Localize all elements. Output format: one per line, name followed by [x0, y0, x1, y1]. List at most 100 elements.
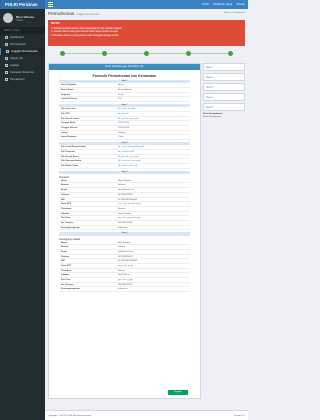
section-step-5: Step 5: [59, 232, 190, 236]
aside-step-2[interactable]: Step 2: [203, 73, 245, 81]
field-label: Jabatan: [61, 274, 70, 277]
gear-icon: [5, 78, 8, 81]
file-link[interactable]: file_susunan_acara.pdf: [118, 159, 190, 163]
aside-step-5[interactable]: Step 5: [203, 103, 245, 111]
field-label: Lama Kegiatan: [61, 136, 77, 139]
file-link[interactable]: file_proposal.pdf: [118, 150, 190, 154]
file-link[interactable]: file_daftar_tamu.pdf: [118, 164, 190, 168]
top-nav-links: Profil Perizinan Saya Keluar: [198, 0, 245, 9]
file-link[interactable]: file_denah_acara.pdf: [118, 155, 190, 159]
field-value: Indonesia: [117, 288, 128, 291]
aside-step-1[interactable]: Step 1: [203, 63, 245, 71]
field-label: Jenis Kegiatan: [61, 84, 77, 87]
sidebar-item-dashboard[interactable]: Dashboard: [0, 34, 45, 41]
field-value: 2021-01-02: [117, 126, 130, 129]
sidebar-item-unggah[interactable]: Unggah Permohonan: [0, 48, 45, 55]
menu-toggle-icon[interactable]: [48, 2, 53, 7]
document-icon: [5, 43, 8, 46]
report-icon: [5, 64, 8, 67]
sidebar-item-permohonan[interactable]: Permohonan: [0, 41, 45, 48]
field-label: File Surat Izin: [61, 108, 76, 111]
field-label: NIK: [61, 260, 65, 263]
footer-copyright: Copyright © 2021 POLRI. All rights reser…: [48, 415, 92, 417]
field-value: Bima Wibowo: [117, 179, 132, 182]
table-row: File Daftar Tamu file_daftar_tamu.pdf: [59, 164, 190, 169]
step-dot-4[interactable]: [186, 51, 191, 56]
aside-step-4[interactable]: Step 4: [203, 93, 245, 101]
breadcrumb[interactable]: Home > Permohonan: [224, 12, 245, 14]
submit-button[interactable]: Unggah Permohonan: [168, 390, 188, 398]
file-link[interactable]: file_surat_izin.pdf: [118, 107, 190, 111]
step-dot-3[interactable]: [144, 51, 149, 56]
page-subtitle: Unggah Permohonan: [76, 13, 100, 16]
file-link[interactable]: file_denah_lokasi.pdf: [118, 117, 190, 121]
step-dot-5[interactable]: [228, 51, 233, 56]
field-value: 3174000000000001: [117, 198, 138, 201]
app-logo[interactable]: POLRI Perizinan: [0, 0, 45, 9]
file-link[interactable]: file_surat_rekomendasi.pdf: [118, 145, 190, 149]
sidebar-item-keluaran[interactable]: Keluaran Dokumen: [0, 69, 45, 76]
top-link-profil[interactable]: Profil: [202, 2, 208, 6]
field-label: File Susunan Acara: [61, 160, 82, 163]
form-title: Formulir Permohonan Izin Keramaian: [92, 74, 157, 78]
field-value: 081234567890: [117, 221, 133, 224]
field-value: Jakarta: [117, 131, 126, 134]
user-name: Bima Wibowo: [16, 14, 35, 19]
field-label: Tanggal Mulai: [61, 122, 76, 125]
sidebar-item-pengaturan[interactable]: Pengaturan: [0, 76, 45, 83]
field-label: Scan KTP: [61, 203, 72, 206]
progress-steps: [48, 49, 245, 59]
field-label: Pas Foto: [61, 217, 71, 220]
file-link[interactable]: pas_foto_pj.jpg: [118, 278, 190, 282]
field-value: Jakarta: [117, 246, 126, 249]
kirim-info: Kirim Permohonan Kirim Permohonan: [203, 113, 245, 119]
field-label: File Daftar Tamu: [61, 164, 78, 167]
top-link-perizinan[interactable]: Perizinan Saya: [213, 2, 232, 6]
field-label: File KTP: [61, 112, 70, 115]
step-dot-1[interactable]: [60, 51, 65, 56]
field-value: Indonesia: [117, 226, 128, 229]
file-link[interactable]: file_ktp.pdf: [118, 112, 190, 116]
user-panel: Bima Wibowo Online: [0, 9, 45, 27]
avatar: [3, 13, 13, 23]
field-label: Kegiatan: [61, 93, 71, 96]
field-label: No. Telepon: [61, 221, 74, 224]
kirim-text: Kirim Permohonan: [203, 116, 222, 118]
field-label: Nama: [61, 241, 67, 244]
field-value: 2 hari: [117, 136, 124, 139]
field-label: Nama: [61, 179, 67, 182]
field-label: File Proposal: [61, 150, 75, 153]
file-link[interactable]: scan_ktp_pemohon.jpg: [118, 202, 190, 206]
upload-icon: [6, 50, 9, 53]
field-label: Pekerjaan: [61, 207, 72, 210]
field-value: bima@mail.com: [117, 189, 134, 192]
alert-line-3: 3. Pastikan dokumen persyaratan telah di…: [51, 33, 119, 37]
step-dot-2[interactable]: [102, 51, 107, 56]
nav-header: MENU UTAMA: [0, 27, 45, 34]
field-label: File Denah Lokasi: [61, 117, 80, 120]
file-icon: [5, 71, 8, 74]
sidebar-item-lapkan[interactable]: Lapkan: [0, 62, 45, 69]
field-label: Nama Acara: [61, 88, 74, 91]
field-label: No. Telepon: [61, 283, 74, 286]
field-label: Pekerjaan: [61, 269, 72, 272]
page-title: Permohonan Unggah Permohonan: [48, 11, 100, 16]
field-value: Andi Saputra: [117, 241, 131, 244]
field-label: Lokasi: [61, 131, 68, 134]
field-label: Alamat: [61, 184, 69, 187]
field-value: andi@mail.com: [117, 250, 134, 253]
file-link[interactable]: scan_ktp_pj.jpg: [118, 264, 190, 268]
field-label: Telepon: [61, 255, 70, 258]
field-value: 081298765432: [117, 255, 133, 258]
field-value: Acara Hiburan: [117, 88, 132, 91]
sidebar: Bima Wibowo Online MENU UTAMA Dashboard …: [0, 9, 45, 420]
section-step-4: Step 4: [59, 170, 190, 174]
form-sections: Step 1 Jenis Kegiatan Acara Nama Acara Acara…: [49, 80, 200, 293]
aside-step-3[interactable]: Step 3: [203, 83, 245, 91]
field-label: Kewarganegaraan: [61, 226, 80, 229]
field-value: 081234567890: [117, 193, 133, 196]
sidebar-item-status[interactable]: Status Izin: [0, 55, 45, 62]
file-link[interactable]: pas_foto_pemohon.jpg: [118, 216, 190, 220]
field-label: Jumlah Peserta: [61, 98, 78, 101]
top-link-logout[interactable]: Keluar: [237, 2, 245, 6]
